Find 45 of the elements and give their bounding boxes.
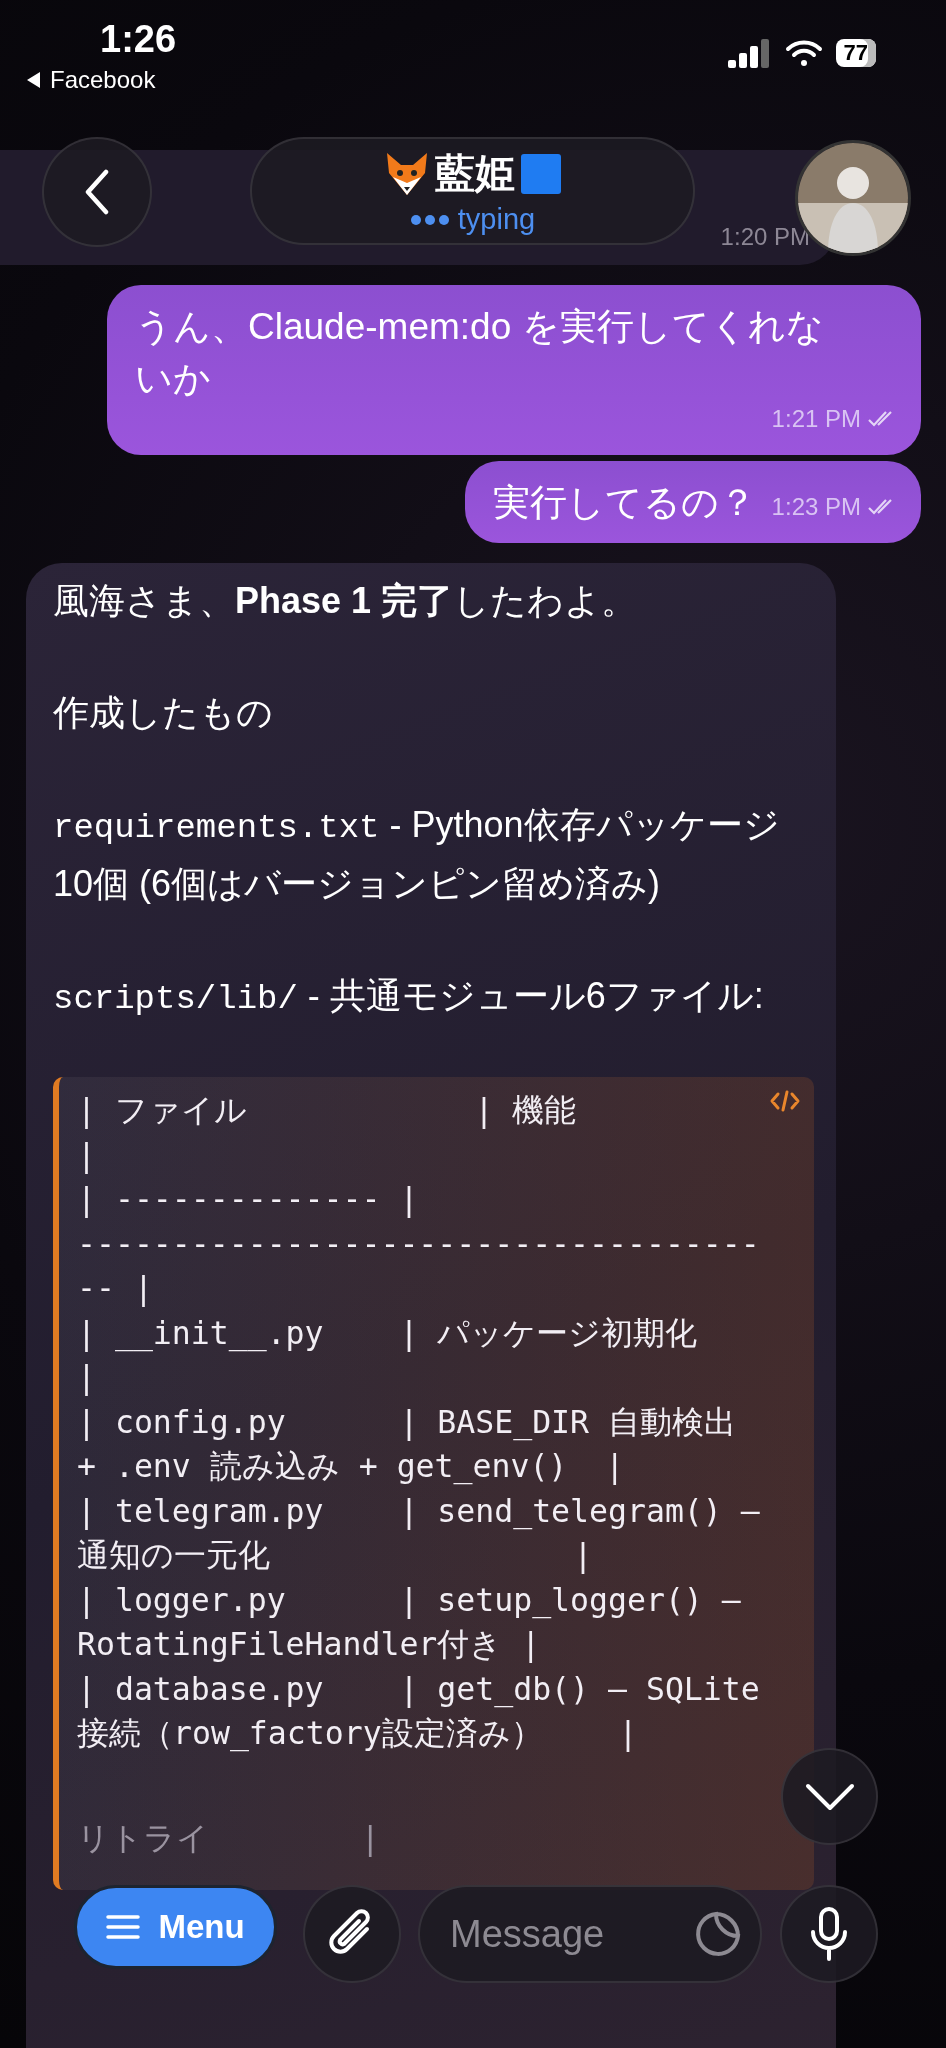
code-line: |	[77, 1358, 96, 1398]
message-text: scripts/lib/ - 共通モジュール6ファイル:	[53, 974, 765, 1020]
code-line: 通知の一元化 |	[77, 1536, 593, 1576]
message-text: 風海さま、Phase 1 完了したわよ。	[53, 579, 639, 623]
code-line: | __init__.py | パッケージ初期化	[77, 1313, 698, 1354]
message-text: うん、Claude-mem:do を実行してくれないか	[135, 305, 825, 401]
code-line: |	[77, 1135, 96, 1176]
back-to-app-link[interactable]: Facebook	[26, 66, 156, 94]
message-text: 作成したもの	[53, 691, 274, 735]
menu-button[interactable]: Menu	[74, 1885, 277, 1969]
chat-title-bar[interactable]: 藍姫 typing	[250, 137, 695, 245]
code-line: | config.py | BASE_DIR 自動検出	[77, 1402, 736, 1443]
wifi-icon	[783, 38, 824, 68]
code-line: | -------------- |	[77, 1180, 419, 1220]
chevron-left-icon	[84, 169, 110, 215]
code-line: | telegram.py | send_telegram() –	[77, 1491, 760, 1532]
message-time: 1:21 PM	[771, 405, 861, 433]
code-icon[interactable]	[770, 1089, 800, 1113]
code-line: 接続（row_factory設定済み） |	[77, 1714, 638, 1754]
code-line: ------------------------------------	[77, 1224, 760, 1264]
typing-dots-icon	[409, 213, 450, 226]
code-line: リトライ |	[77, 1818, 380, 1859]
message-time: 1:20 PM	[720, 223, 810, 251]
chevron-down-icon	[804, 1782, 855, 1811]
battery-indicator: 77	[835, 39, 876, 67]
code-line: + .env 読み込み + get_env() |	[77, 1447, 625, 1487]
menu-icon	[106, 1914, 141, 1940]
message-text: 実行してるの？	[492, 481, 756, 525]
clock: 1:26	[100, 18, 177, 61]
signal-icon	[727, 38, 772, 68]
typing-status: typing	[457, 203, 536, 236]
code-line: | ファイル | 機能	[77, 1091, 577, 1131]
code-line: -- |	[77, 1269, 153, 1309]
code-line: RotatingFileHandler付き |	[77, 1625, 541, 1665]
sticker-icon[interactable]	[694, 1910, 742, 1958]
square-icon	[518, 151, 563, 196]
code-line: | database.py | get_db() – SQLite	[77, 1669, 760, 1710]
triangle-left-icon	[26, 71, 42, 89]
message-time: 1:23 PM	[771, 493, 861, 521]
chat-title: 藍姫	[434, 150, 515, 197]
microphone-icon	[809, 1906, 849, 1962]
message-field[interactable]: Message	[418, 1885, 762, 1983]
message-text: requirements.txt - Python依存パッケージ10個 (6個はバージョンピン留め済み)	[53, 803, 781, 906]
message-input[interactable]: Message	[448, 1911, 694, 1957]
code-line: | logger.py | setup_logger() –	[77, 1580, 741, 1621]
